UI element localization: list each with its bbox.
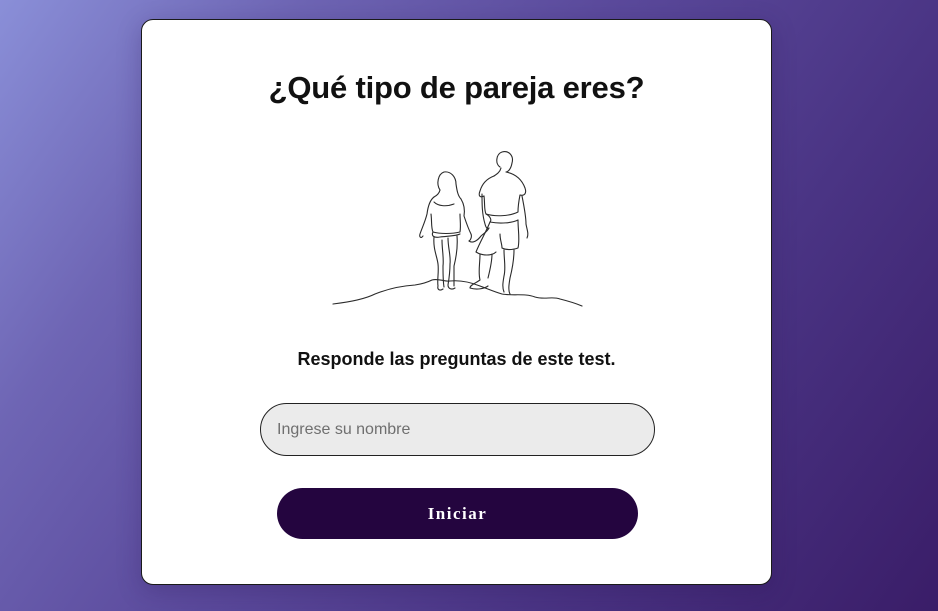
quiz-card: ¿Qué tipo de pareja eres? Responde las p…: [141, 19, 772, 585]
start-button[interactable]: Iniciar: [277, 488, 638, 539]
test-instructions: Responde las preguntas de este test.: [297, 349, 616, 369]
couple-line-drawing-icon: [330, 144, 586, 310]
page-title: ¿Qué tipo de pareja eres?: [268, 70, 645, 105]
name-input[interactable]: [260, 403, 655, 456]
